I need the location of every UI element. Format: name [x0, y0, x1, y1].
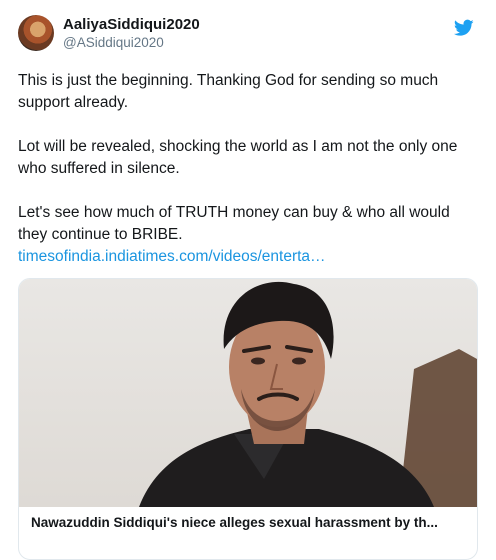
- article-link[interactable]: timesofindia.indiatimes.com/videos/enter…: [18, 248, 326, 265]
- tweet-paragraph-1: This is just the beginning. Thanking God…: [18, 72, 439, 111]
- user-handle[interactable]: @ASiddiqui2020: [63, 34, 200, 52]
- portrait-photo: [139, 281, 477, 507]
- tweet-paragraph-2: Lot will be revealed, shocking the world…: [18, 138, 458, 177]
- display-name[interactable]: AaliyaSiddiqui2020: [63, 16, 200, 34]
- author-info[interactable]: AaliyaSiddiqui2020 @ASiddiqui2020: [63, 16, 200, 52]
- article-thumbnail-image[interactable]: [19, 279, 477, 507]
- tweet-text: This is just the beginning. Thanking God…: [18, 70, 480, 268]
- avatar[interactable]: [18, 15, 54, 51]
- link-preview-card[interactable]: Nawazuddin Siddiqui's niece alleges sexu…: [18, 278, 478, 560]
- article-title[interactable]: Nawazuddin Siddiqui's niece alleges sexu…: [31, 515, 465, 530]
- tweet-embed: AaliyaSiddiqui2020 @ASiddiqui2020 This i…: [0, 0, 496, 560]
- twitter-bird-icon[interactable]: [454, 19, 474, 37]
- tweet-paragraph-3: Let's see how much of TRUTH money can bu…: [18, 204, 450, 243]
- tweet-header: AaliyaSiddiqui2020 @ASiddiqui2020: [18, 15, 478, 59]
